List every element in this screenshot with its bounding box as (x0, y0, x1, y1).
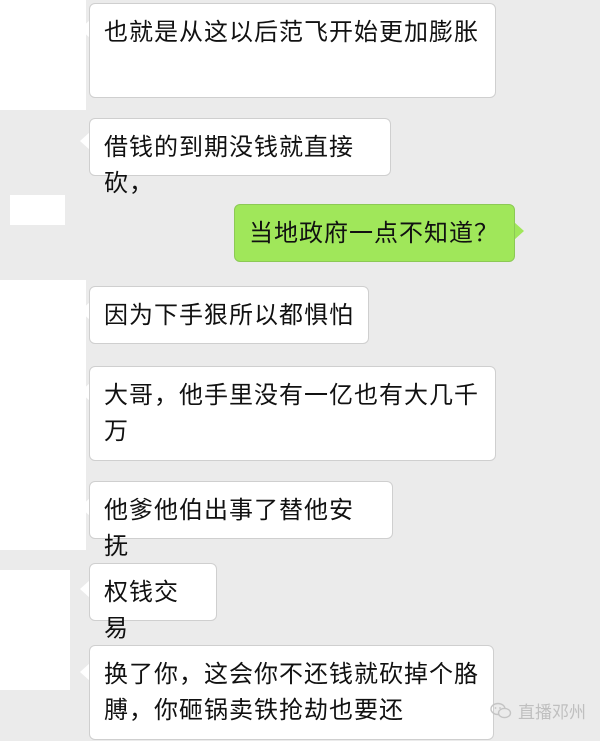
message-text: 也就是从这以后范飞开始更加膨胀 (104, 18, 479, 46)
chat-area: 也就是从这以后范飞开始更加膨胀 借钱的到期没钱就直接砍， 当地政府一点不知道？ … (0, 0, 600, 741)
message-bubble-incoming[interactable]: 也就是从这以后范飞开始更加膨胀 (89, 3, 496, 98)
avatar-mask (10, 195, 65, 225)
message-bubble-incoming[interactable]: 换了你，这会你不还钱就砍掉个胳膊，你砸锅卖铁抢劫也要还 (89, 645, 494, 740)
message-bubble-incoming[interactable]: 大哥，他手里没有一亿也有大几千万 (89, 366, 496, 461)
message-text: 他爹他伯出事了替他安抚 (104, 496, 354, 560)
watermark-text: 直播邓州 (518, 703, 586, 723)
wechat-icon (490, 702, 512, 718)
message-text: 因为下手狠所以都惧怕 (104, 301, 354, 329)
message-text: 借钱的到期没钱就直接砍， (104, 133, 354, 197)
avatar-mask (0, 570, 70, 690)
message-text: 权钱交易 (104, 578, 179, 642)
message-bubble-incoming[interactable]: 因为下手狠所以都惧怕 (89, 286, 369, 344)
message-text: 当地政府一点不知道？ (249, 219, 499, 247)
message-bubble-incoming[interactable]: 他爹他伯出事了替他安抚 (89, 481, 393, 560)
message-text: 换了你，这会你不还钱就砍掉个胳膊，你砸锅卖铁抢劫也要还 (104, 660, 479, 724)
avatar-mask (0, 280, 86, 550)
watermark: 直播邓州 (490, 698, 586, 723)
message-bubble-incoming[interactable]: 权钱交易 (89, 563, 217, 642)
message-text: 大哥，他手里没有一亿也有大几千万 (104, 381, 479, 445)
message-bubble-outgoing[interactable]: 当地政府一点不知道？ (234, 204, 515, 262)
avatar-mask (0, 0, 86, 110)
message-bubble-incoming[interactable]: 借钱的到期没钱就直接砍， (89, 118, 391, 197)
bubble-tail (514, 222, 524, 240)
